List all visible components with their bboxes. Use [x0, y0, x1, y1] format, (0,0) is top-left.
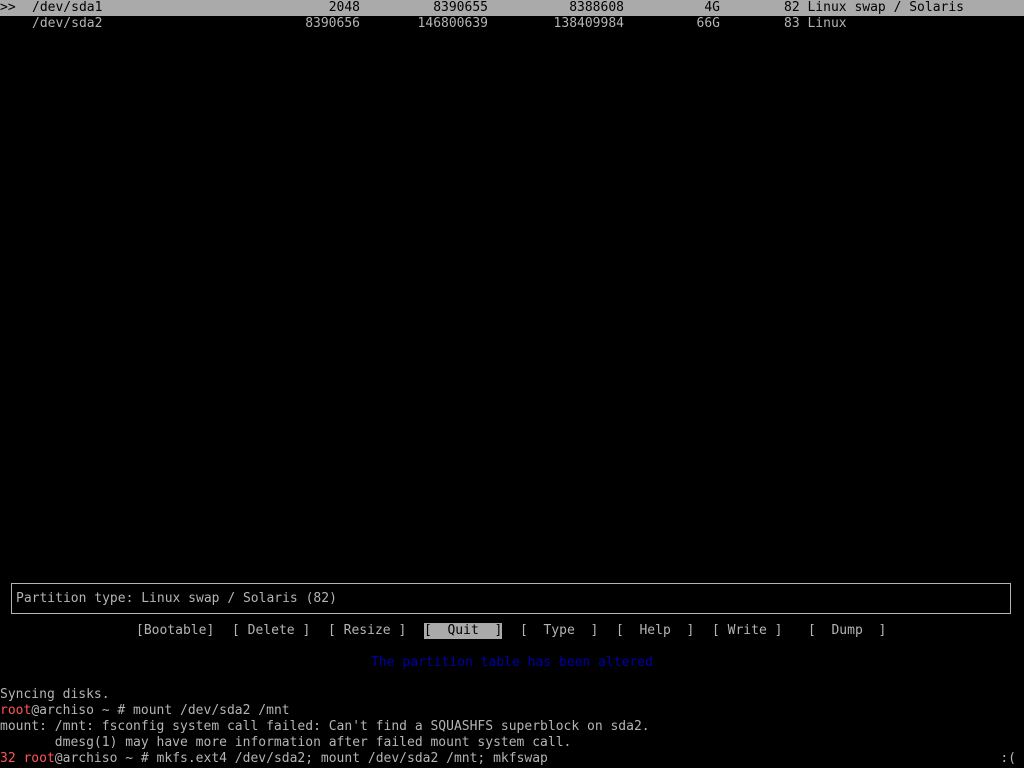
- quit-button[interactable]: [ Quit ]: [424, 623, 503, 639]
- terminal-line: Syncing disks.: [0, 687, 110, 702]
- selection-marker: >>: [0, 0, 16, 15]
- dump-button[interactable]: [ Dump ]: [808, 623, 886, 639]
- prompt-user: root: [23, 751, 55, 766]
- prompt-user: root: [0, 703, 32, 718]
- partition-type: 83 Linux: [784, 16, 847, 31]
- bootable-button[interactable]: [Bootable]: [136, 623, 214, 639]
- partition-info-text: Partition type: Linux swap / Solaris (82…: [16, 591, 337, 606]
- resize-button[interactable]: [ Resize ]: [328, 623, 406, 639]
- end-sector: 8390655: [433, 0, 488, 15]
- terminal-line: mount: /mnt: fsconfig system call failed…: [0, 719, 650, 734]
- terminal-input-line[interactable]: 32 root@archiso ~ # mkfs.ext4 /dev/sda2;…: [0, 751, 1024, 767]
- command-input[interactable]: @archiso ~ # mkfs.ext4 /dev/sda2; mount …: [55, 751, 548, 766]
- end-sector: 146800639: [417, 16, 488, 31]
- device-name: /dev/sda2: [32, 16, 103, 31]
- partition-type: 82 Linux swap / Solaris: [784, 0, 965, 15]
- partition-row-sda2[interactable]: /dev/sda2 8390656 146800639 138409984 66…: [0, 16, 1024, 32]
- partition-info-box: Partition type: Linux swap / Solaris (82…: [11, 583, 1011, 614]
- type-button[interactable]: [ Type ]: [520, 623, 598, 639]
- sector-count: 138409984: [553, 16, 624, 31]
- start-sector: 8390656: [305, 16, 360, 31]
- partition-size: 4G: [704, 0, 720, 15]
- start-sector: 2048: [328, 0, 360, 15]
- help-button[interactable]: [ Help ]: [616, 623, 694, 639]
- sector-count: 8388608: [569, 0, 624, 15]
- prompt-command: @archiso ~ # mount /dev/sda2 /mnt: [31, 703, 290, 718]
- partition-row-sda1[interactable]: >> /dev/sda1 2048 8390655 8388608 4G 82 …: [0, 0, 1024, 16]
- delete-button[interactable]: [ Delete ]: [232, 623, 310, 639]
- terminal-prompt-line: root@archiso ~ # mount /dev/sda2 /mnt: [0, 703, 1024, 719]
- cfdisk-menu: [Bootable] [ Delete ] [ Resize ] [ Quit …: [0, 623, 1024, 639]
- partition-size: 66G: [696, 16, 720, 31]
- right-prompt: :(: [1000, 751, 1016, 766]
- terminal-line: dmesg(1) may have more information after…: [0, 735, 572, 750]
- exit-code: 32: [0, 751, 16, 766]
- device-name: /dev/sda1: [32, 0, 103, 15]
- status-message: The partition table has been altered: [371, 655, 653, 670]
- write-button[interactable]: [ Write ]: [712, 623, 782, 639]
